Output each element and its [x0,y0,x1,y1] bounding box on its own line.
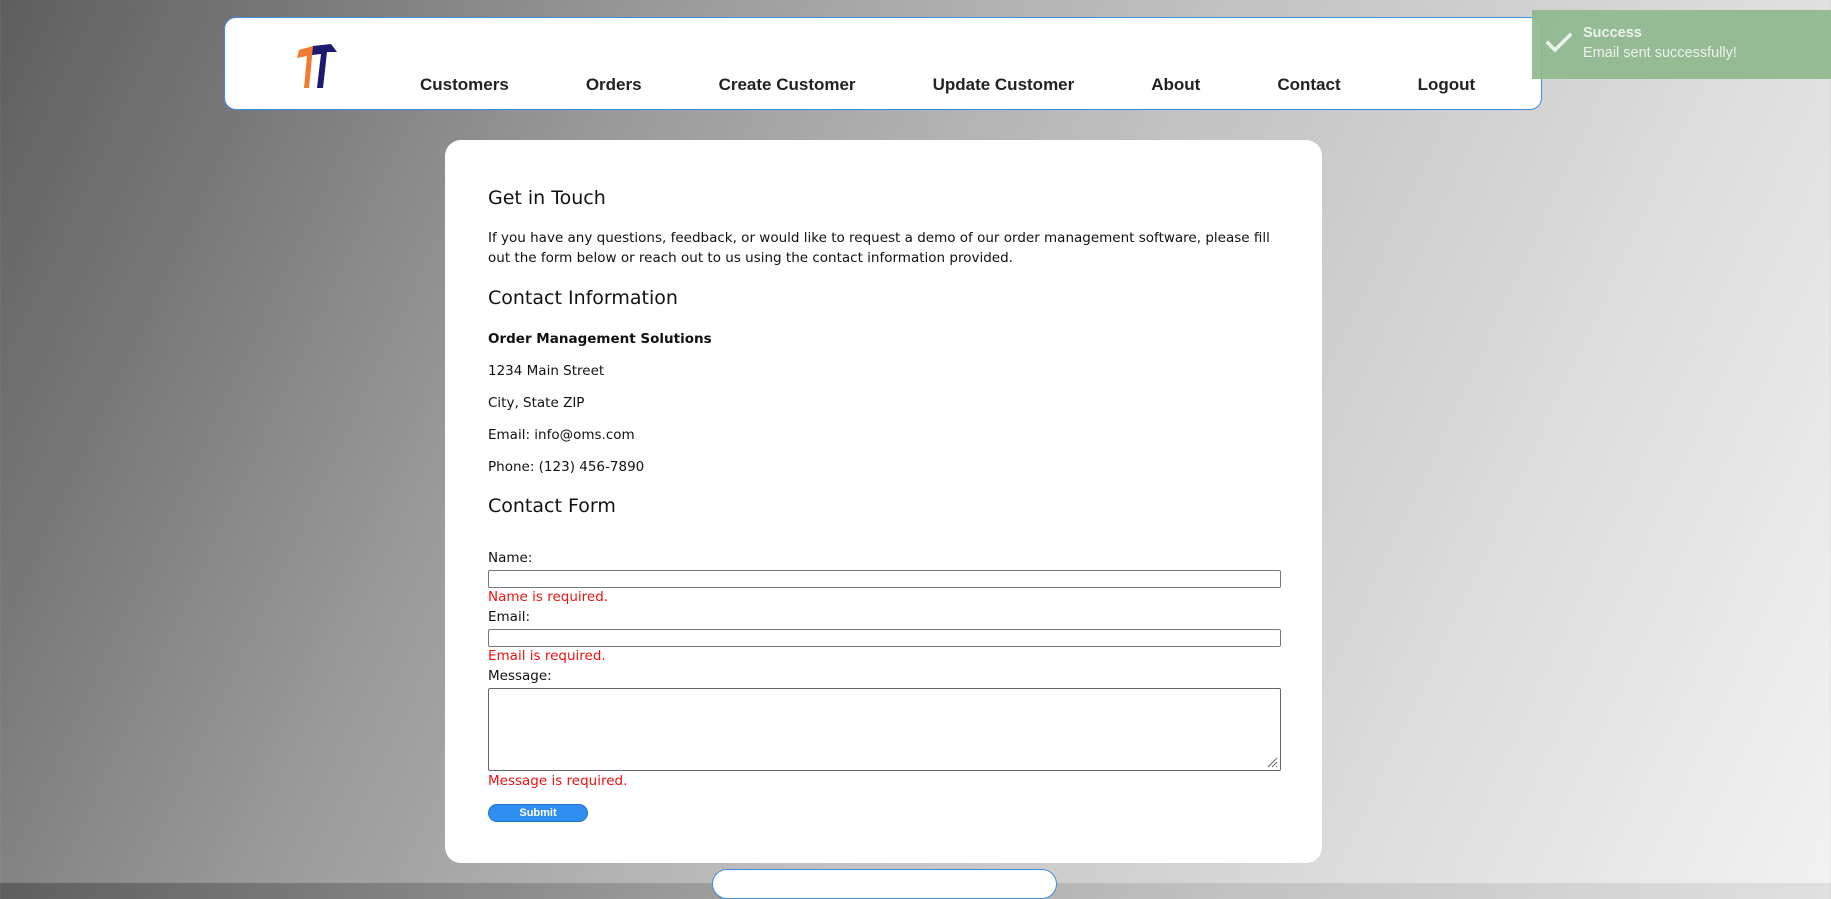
nav-about[interactable]: About [1151,75,1200,95]
email-label: Email: [488,609,531,625]
message-error: Message is required. [488,773,628,789]
name-label: Name: [488,550,533,566]
message-field[interactable] [488,688,1281,771]
email-error: Email is required. [488,648,606,664]
contact-info-heading: Contact Information [488,287,678,309]
contact-card: Get in Touch If you have any questions, … [445,140,1322,863]
get-in-touch-heading: Get in Touch [488,187,606,209]
check-icon [1546,32,1572,53]
address-line: 1234 Main Street [488,363,605,379]
name-field[interactable] [488,570,1281,588]
footer [712,869,1057,899]
contact-form-heading: Contact Form [488,495,616,517]
toast-message: Email sent successfully! [1583,45,1737,61]
email-line: Email: info@oms.com [488,427,635,443]
name-error: Name is required. [488,589,609,605]
success-toast[interactable]: Success Email sent successfully! [1532,10,1831,79]
brand-logo[interactable] [293,42,343,92]
nav-create-customer[interactable]: Create Customer [719,75,856,95]
toast-title: Success [1583,25,1642,41]
submit-button[interactable]: Submit [488,804,588,822]
nav-orders[interactable]: Orders [586,75,642,95]
phone-line: Phone: (123) 456-7890 [488,459,645,475]
message-label: Message: [488,668,552,684]
navbar: Customers Orders Create Customer Update … [224,17,1542,110]
nav-contact[interactable]: Contact [1277,75,1340,95]
nav-logout[interactable]: Logout [1418,75,1476,95]
nav-customers[interactable]: Customers [420,75,509,95]
nav-update-customer[interactable]: Update Customer [933,75,1075,95]
resize-grip-icon[interactable] [1267,757,1278,768]
city-line: City, State ZIP [488,395,585,411]
intro-text: If you have any questions, feedback, or … [488,230,1270,266]
main-nav: Customers Orders Create Customer Update … [420,75,1475,95]
email-field[interactable] [488,629,1281,647]
company-name: Order Management Solutions [488,331,712,347]
